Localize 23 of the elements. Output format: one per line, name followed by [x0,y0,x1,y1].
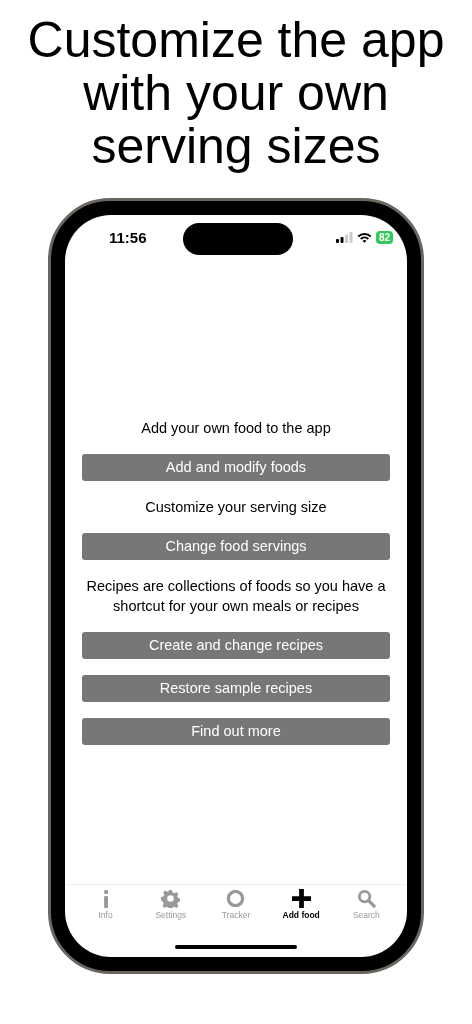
tab-item[interactable]: Info [75,889,136,935]
section-description: Customize your serving size [145,497,327,517]
action-button[interactable]: Change food servings [82,532,390,560]
action-button[interactable]: Add and modify foods [82,453,390,481]
tab-item[interactable]: Tracker [205,889,266,935]
status-time: 11:56 [109,229,148,246]
info-icon [103,889,108,908]
action-button[interactable]: Find out more [82,717,390,745]
settings-icon [161,889,181,908]
action-button[interactable]: Restore sample recipes [82,674,390,702]
section-description: Add your own food to the app [141,418,331,438]
action-button[interactable]: Create and change recipes [82,631,390,659]
tracker-icon [226,889,246,908]
section-description: Recipes are collections of foods so you have a shortcut for your own meals or recipes [85,576,387,616]
add-icon [291,889,311,908]
tab-item[interactable]: Add food [271,889,332,935]
wifi-icon [356,232,372,243]
search-icon [356,889,376,908]
signal-icon [335,232,353,243]
tab-item[interactable]: Settings [140,889,201,935]
tab-item[interactable]: Search [336,889,397,935]
battery-indicator: 82 [375,231,393,244]
headline: Customize the app with your own serving sizes [26,14,446,173]
